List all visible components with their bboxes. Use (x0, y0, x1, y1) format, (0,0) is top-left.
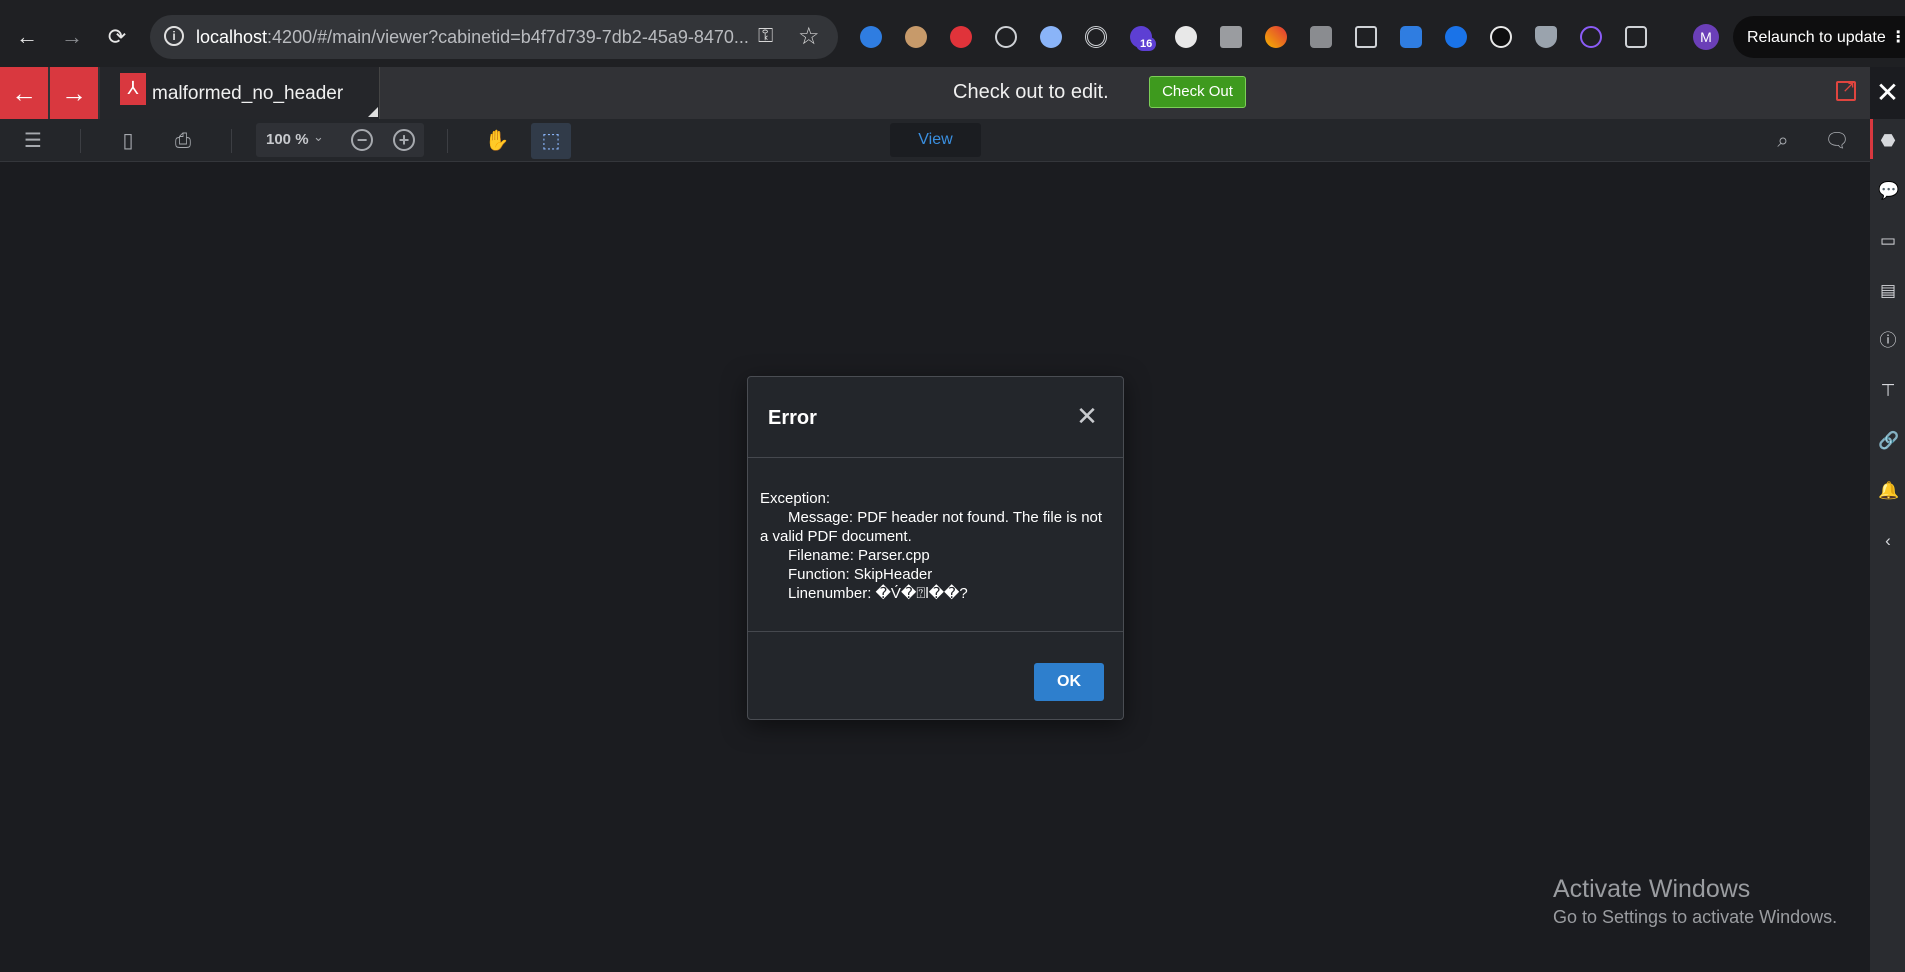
zoom-level[interactable]: 100 % (266, 131, 309, 148)
extensions-puzzle-icon[interactable] (1625, 26, 1647, 48)
extension-sync-icon[interactable] (860, 26, 882, 48)
chat-icon[interactable]: 💬 (1878, 181, 1899, 201)
right-sidebar: ⬣ 💬 ▭ ▤ ⓘ ⊤ 🔗 🔔 ‹ (1870, 119, 1905, 972)
info-icon[interactable]: ⓘ (1878, 331, 1898, 351)
dialog-divider (748, 457, 1123, 458)
ok-button[interactable]: OK (1034, 663, 1104, 701)
extension-target-icon[interactable] (1085, 26, 1107, 48)
error-dialog: Error ✕ Exception: Message: PDF header n… (747, 376, 1124, 720)
extension-camera-icon[interactable] (1310, 26, 1332, 48)
search-icon[interactable]: ⌕ (1769, 127, 1797, 155)
document-tab[interactable]: ⅄ malformed_no_header (100, 67, 380, 119)
bookmark-star-icon[interactable]: ☆ (798, 22, 820, 51)
dialog-title: Error (768, 407, 817, 429)
url-path: :4200/#/main/viewer?cabinetid=b4f7d739-7… (267, 27, 749, 47)
hierarchy-icon[interactable]: ⊤ (1878, 381, 1898, 401)
toolbar-divider (447, 129, 448, 153)
error-linenumber: Linenumber: �V́�⍰l��? (788, 585, 968, 602)
sidebar-toggle-icon[interactable]: ▯ (114, 127, 142, 155)
pan-hand-icon[interactable]: ✋ (483, 127, 511, 155)
tab-view[interactable]: View (890, 123, 981, 157)
previous-document-button[interactable]: ← (0, 67, 48, 119)
zoom-out-icon[interactable]: − (351, 129, 373, 151)
password-key-icon[interactable]: ⚿ (758, 25, 773, 48)
activation-watermark-subtitle: Go to Settings to activate Windows. (1553, 907, 1838, 927)
error-function: Function: SkipHeader (788, 566, 933, 583)
chevron-left-icon[interactable]: ‹ (1878, 531, 1898, 551)
link-icon[interactable]: 🔗 (1878, 431, 1899, 451)
document-title: malformed_no_header (152, 83, 344, 104)
extension-puzzle-photo-icon[interactable] (1220, 26, 1242, 48)
site-info-icon[interactable]: i (164, 26, 184, 46)
open-external-icon[interactable] (1836, 77, 1856, 101)
error-message: Message: PDF header not found. The file … (760, 509, 1103, 545)
extension-p-icon[interactable] (1490, 26, 1512, 48)
dialog-divider (748, 631, 1123, 632)
extension-stop-hand-icon[interactable] (950, 26, 972, 48)
menu-icon[interactable]: ☰ (19, 127, 47, 155)
extension-badge: 16 (1136, 37, 1157, 51)
chevron-down-icon[interactable]: ⌄ (313, 129, 324, 145)
close-icon[interactable]: ✕ (1072, 401, 1102, 431)
pdf-file-icon: ⅄ (120, 73, 146, 105)
extension-pen-icon[interactable] (1265, 26, 1287, 48)
extension-infinity-icon[interactable] (1445, 26, 1467, 48)
exception-label: Exception: (760, 490, 831, 507)
extension-owl-icon[interactable] (905, 26, 927, 48)
extension-react-icon[interactable] (995, 26, 1017, 48)
browser-toolbar: ← → ⟳ i localhost:4200/#/main/viewer?cab… (0, 0, 1905, 74)
kebab-menu-icon[interactable]: ⋮ (1890, 29, 1905, 46)
panels-icon[interactable]: ▭ (1878, 231, 1898, 251)
comments-icon[interactable]: 🗨 (1823, 127, 1851, 155)
profile-avatar[interactable]: M (1693, 24, 1719, 50)
next-document-button[interactable]: → (50, 67, 98, 119)
extension-iq-icon[interactable] (1400, 26, 1422, 48)
close-viewer-icon[interactable]: ✕ (1870, 67, 1905, 119)
document-header: ← → ⅄ malformed_no_header Check out to e… (0, 67, 1870, 119)
reload-icon[interactable]: ⟳ (98, 18, 136, 56)
toolbar-divider (80, 129, 81, 153)
extension-shield-icon[interactable] (1535, 26, 1557, 48)
checkout-message: Check out to edit. (953, 81, 1109, 103)
select-region-icon: ⬚ (541, 130, 561, 152)
document-icon[interactable]: ▤ (1878, 281, 1898, 301)
bell-icon[interactable]: 🔔 (1878, 481, 1899, 501)
check-out-button[interactable]: Check Out (1149, 76, 1246, 108)
forward-icon[interactable]: → (53, 18, 91, 56)
error-details: Exception: Message: PDF header not found… (760, 489, 1110, 603)
error-filename: Filename: Parser.cpp (788, 547, 930, 564)
zoom-in-icon[interactable]: + (393, 129, 415, 151)
extension-search-icon[interactable] (1040, 26, 1062, 48)
toolbar-divider (231, 129, 232, 153)
extension-c-icon[interactable] (1580, 26, 1602, 48)
url-text[interactable]: localhost:4200/#/main/viewer?cabinetid=b… (196, 27, 749, 48)
zoom-control: 100 % ⌄ − + (256, 123, 424, 157)
select-region-button[interactable]: ⬚ (531, 123, 571, 159)
viewer-toolbar: ☰ ▯ ⎙ 100 % ⌄ − + ✋ ⬚ View ⌕ 🗨 (0, 119, 1870, 162)
extension-circle-icon[interactable] (1175, 26, 1197, 48)
resize-corner-icon (368, 107, 378, 117)
extension-window-icon[interactable] (1355, 26, 1377, 48)
url-host: localhost (196, 27, 268, 47)
relaunch-label: Relaunch to update (1747, 29, 1886, 46)
activation-watermark-title: Activate Windows (1553, 875, 1751, 903)
page-settings-icon[interactable]: ⎙ (169, 127, 197, 155)
tag-icon[interactable]: ⬣ (1878, 131, 1898, 151)
back-icon[interactable]: ← (8, 18, 46, 56)
relaunch-button[interactable]: Relaunch to update ⋮ (1733, 16, 1905, 58)
address-bar[interactable]: i localhost:4200/#/main/viewer?cabinetid… (150, 15, 838, 59)
